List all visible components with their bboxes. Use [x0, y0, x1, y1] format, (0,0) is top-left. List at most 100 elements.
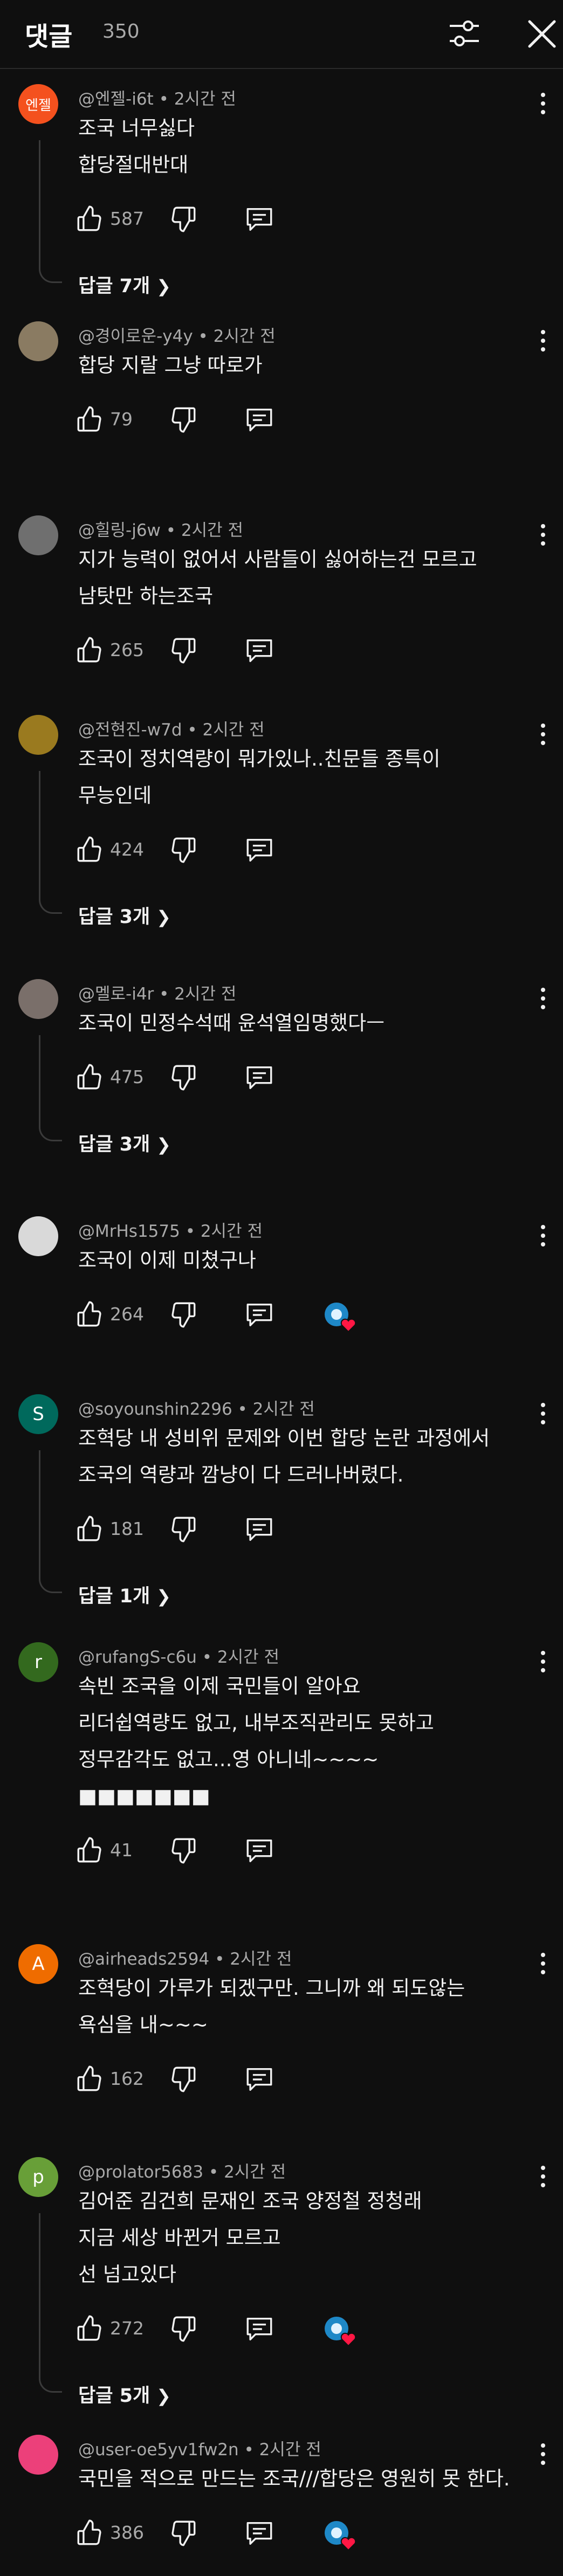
- comment-icon[interactable]: [244, 405, 275, 435]
- replies-toggle[interactable]: 답글 3개 ❯: [78, 901, 171, 929]
- comment-icon[interactable]: [244, 1300, 275, 1330]
- thumb-down-icon[interactable]: [167, 1514, 198, 1545]
- comment-author-time[interactable]: @prolator5683 • 2시간 전: [78, 2158, 286, 2182]
- comment-text-line: 지금 세상 바뀐거 모르고: [78, 2226, 281, 2249]
- comment-author-time[interactable]: @MrHs1575 • 2시간 전: [78, 1217, 263, 1242]
- thumb-up-icon[interactable]: [74, 1298, 106, 1330]
- comment-author-time[interactable]: @user-oe5yv1fw2n • 2시간 전: [78, 2436, 321, 2460]
- comment-icon[interactable]: [244, 205, 275, 234]
- comment-thread: S @soyounshin2296 • 2시간 전조혁당 내 성비위 문제와 이번…: [0, 1386, 563, 1634]
- like-count: 162: [110, 2068, 144, 2089]
- chevron-right-icon: ❯: [156, 1134, 171, 1155]
- avatar-initial: r: [35, 1651, 42, 1673]
- more-vert-icon[interactable]: [534, 1221, 552, 1251]
- comment-text-line: 무능인데: [78, 784, 152, 807]
- thumb-down-icon[interactable]: [167, 1299, 198, 1331]
- comment-icon[interactable]: [244, 1836, 275, 1865]
- avatar[interactable]: [18, 515, 58, 555]
- thumb-down-icon[interactable]: [167, 1062, 198, 1093]
- comment-text-line: 합당 지랄 그냥 따로가: [78, 354, 263, 377]
- comment-text-line: 조혁당 내 성비위 문제와 이번 합당 논란 과정에서: [78, 1427, 490, 1450]
- thumb-down-icon[interactable]: [167, 2064, 198, 2095]
- more-vert-icon[interactable]: [534, 1399, 552, 1429]
- comment-text-line: 선 넘고있다: [78, 2263, 176, 2286]
- avatar[interactable]: [18, 321, 58, 361]
- comment-author-time[interactable]: @rufangS-c6u • 2시간 전: [78, 1643, 279, 1668]
- thumb-up-icon[interactable]: [74, 1061, 106, 1092]
- avatar[interactable]: p: [18, 2157, 58, 2197]
- replies-label: 답글 5개: [78, 2385, 150, 2407]
- thumb-down-icon[interactable]: [167, 1835, 198, 1866]
- thread-line: [39, 2213, 62, 2393]
- thumb-down-icon[interactable]: [167, 404, 198, 436]
- comment-thread: @MrHs1575 • 2시간 전 조국이 이제 미쳤구나 264: [0, 1208, 563, 1386]
- more-vert-icon[interactable]: [534, 1647, 552, 1677]
- avatar[interactable]: 엔젤: [18, 84, 58, 124]
- more-vert-icon[interactable]: [534, 983, 552, 1014]
- comment-icon[interactable]: [244, 1063, 275, 1092]
- close-icon[interactable]: [524, 16, 560, 52]
- thumb-down-icon[interactable]: [167, 835, 198, 866]
- comment-author-time[interactable]: @힐링-j6w • 2시간 전: [78, 516, 243, 541]
- thumb-down-icon[interactable]: [167, 2518, 198, 2549]
- thumb-down-icon[interactable]: [167, 2313, 198, 2345]
- comment-author-time[interactable]: @엔젤-i6t • 2시간 전: [78, 85, 236, 109]
- thumb-up-icon[interactable]: [74, 1513, 106, 1544]
- avatar[interactable]: [18, 2435, 58, 2475]
- replies-toggle[interactable]: 답글 5개 ❯: [78, 2380, 171, 2408]
- thumb-down-icon[interactable]: [167, 635, 198, 666]
- comment-text-line: 국민을 적으로 만드는 조국///합당은 영원히 못 한다.: [78, 2467, 510, 2490]
- tune-icon[interactable]: [447, 16, 482, 52]
- comment-text-line: ■■■■■■■: [78, 1785, 210, 1808]
- comment-author-time[interactable]: @멜로-i4r • 2시간 전: [78, 980, 236, 1004]
- comment-actions: 587: [74, 203, 420, 235]
- comment-text-line: 리더쉽역량도 없고, 내부조직관리도 못하고: [78, 1711, 434, 1734]
- thumb-up-icon[interactable]: [74, 203, 106, 234]
- comment-thread: @힐링-j6w • 2시간 전 지가 능력이 없어서 사람들이 싫어하는건 모르고…: [0, 507, 563, 706]
- comment-icon[interactable]: [244, 2065, 275, 2094]
- replies-label: 답글 1개: [78, 1586, 150, 1607]
- avatar[interactable]: r: [18, 1642, 58, 1682]
- comment-actions: 41: [74, 1834, 420, 1866]
- more-vert-icon[interactable]: [534, 520, 552, 550]
- comment-icon[interactable]: [244, 2315, 275, 2344]
- replies-label: 답글 7개: [78, 275, 150, 297]
- more-vert-icon[interactable]: [534, 1948, 552, 1979]
- chevron-right-icon: ❯: [156, 276, 171, 297]
- avatar[interactable]: [18, 979, 58, 1019]
- more-vert-icon[interactable]: [534, 2439, 552, 2469]
- comment-actions: 264: [74, 1298, 420, 1333]
- avatar[interactable]: S: [18, 1394, 58, 1434]
- more-vert-icon[interactable]: [534, 719, 552, 749]
- thread-line: [39, 771, 62, 914]
- thumb-up-icon[interactable]: [74, 2312, 106, 2344]
- comment-author-time[interactable]: @airheads2594 • 2시간 전: [78, 1945, 292, 1969]
- comment-icon[interactable]: [244, 636, 275, 665]
- more-vert-icon[interactable]: [534, 88, 552, 119]
- comment-icon[interactable]: [244, 2519, 275, 2548]
- replies-toggle[interactable]: 답글 7개 ❯: [78, 271, 171, 298]
- avatar[interactable]: [18, 1216, 58, 1256]
- chevron-right-icon: ❯: [156, 2386, 171, 2406]
- like-count: 424: [110, 839, 144, 860]
- thumb-up-icon[interactable]: [74, 1834, 106, 1865]
- panel-title: 댓글: [25, 22, 73, 52]
- thumb-up-icon[interactable]: [74, 834, 106, 865]
- comment-author-time[interactable]: @soyounshin2296 • 2시간 전: [78, 1395, 315, 1420]
- thumb-up-icon[interactable]: [74, 403, 106, 435]
- comment-author-time[interactable]: @전현진-w7d • 2시간 전: [78, 716, 265, 740]
- comment-author-time[interactable]: @경이로운-y4y • 2시간 전: [78, 322, 276, 347]
- thumb-up-icon[interactable]: [74, 2063, 106, 2094]
- thumb-up-icon[interactable]: [74, 634, 106, 665]
- comment-icon[interactable]: [244, 836, 275, 865]
- thumb-down-icon[interactable]: [167, 204, 198, 235]
- avatar[interactable]: [18, 715, 58, 755]
- thumb-up-icon[interactable]: [74, 2517, 106, 2548]
- more-vert-icon[interactable]: [534, 2161, 552, 2192]
- replies-toggle[interactable]: 답글 3개 ❯: [78, 1129, 171, 1156]
- replies-toggle[interactable]: 답글 1개 ❯: [78, 1581, 171, 1608]
- more-vert-icon[interactable]: [534, 326, 552, 356]
- avatar[interactable]: A: [18, 1944, 58, 1984]
- like-count: 79: [110, 409, 133, 430]
- comment-icon[interactable]: [244, 1515, 275, 1544]
